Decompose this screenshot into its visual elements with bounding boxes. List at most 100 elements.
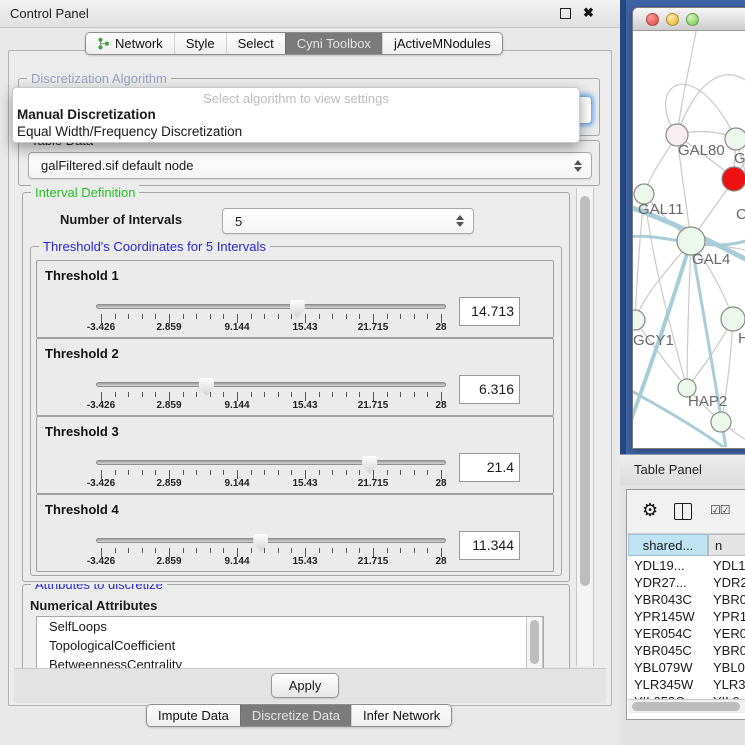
table-data-combo-value: galFiltered.sif default node [29, 158, 193, 173]
tick-mark [427, 314, 428, 319]
tick-mark [115, 548, 116, 553]
tick-mark [196, 314, 197, 319]
network-canvas[interactable]: GAL80GACGAL11GAL4GCY1HHAP2 [633, 31, 745, 447]
tab-select[interactable]: Select [226, 33, 285, 54]
close-icon[interactable]: ✖ [583, 5, 594, 21]
minimize-light-icon[interactable] [666, 13, 679, 26]
slider-track[interactable] [96, 538, 446, 543]
tick-mark [210, 548, 211, 553]
tick-mark [264, 470, 265, 475]
tick-mark [183, 314, 184, 319]
list-item[interactable]: TopologicalCoefficient [37, 636, 543, 655]
table-row[interactable]: YBR043CYBR0 [627, 591, 745, 608]
table-row[interactable]: YER054C YER0 [627, 625, 745, 642]
gear-icon[interactable]: ⚙ [642, 501, 658, 519]
numerical-attributes-list[interactable]: SelfLoopsTopologicalCoefficientBetweenne… [36, 616, 544, 670]
tick-mark [291, 392, 292, 397]
tab-label: Style [186, 36, 215, 51]
threshold-label: Threshold 1 [45, 268, 119, 283]
threshold-panel-3: Threshold 3-3.4262.8599.14415.4321.71528… [36, 416, 554, 494]
tick-mark [400, 470, 401, 475]
tab-jactivemnodules[interactable]: jActiveMNodules [382, 33, 502, 54]
slider-track[interactable] [96, 460, 446, 465]
table-row[interactable]: YBR045CYBR0 [627, 642, 745, 659]
checkboxes-icon[interactable]: ☑☑ [710, 503, 730, 517]
network-node-label: GAL4 [692, 251, 730, 268]
tick-label: 21.715 [358, 556, 389, 567]
close-light-icon[interactable] [646, 13, 659, 26]
network-window[interactable]: GAL80GACGAL11GAL4GCY1HHAP2 [632, 7, 745, 449]
split-columns-icon[interactable] [674, 503, 692, 520]
table-row[interactable]: YLR345WYLR3 [627, 676, 745, 693]
interval-definition-group-title: Interval Definition [31, 185, 139, 200]
tick-mark [183, 470, 184, 475]
stepper-arrows-icon [574, 160, 582, 172]
tab-impute-data[interactable]: Impute Data [147, 705, 240, 726]
algorithm-option-equal-width-frequency-discretization[interactable]: Equal Width/Frequency Discretization [17, 124, 242, 139]
tick-label: 2.859 [156, 400, 181, 411]
number-of-intervals-combo[interactable]: 5 [222, 208, 474, 234]
network-node[interactable] [711, 412, 731, 432]
tick-label: 9.144 [224, 478, 249, 489]
network-window-titlebar[interactable] [633, 8, 745, 31]
tick-mark [155, 392, 156, 397]
panel-vertical-scrollbar-thumb[interactable] [580, 196, 590, 586]
tab-infer-network[interactable]: Infer Network [351, 705, 451, 726]
column-header-n[interactable]: n [708, 534, 745, 556]
panel-vertical-scrollbar[interactable] [576, 188, 594, 666]
slider-thumb[interactable] [253, 534, 268, 552]
attributes-list-scrollbar[interactable] [526, 617, 543, 669]
tab-discretize-data[interactable]: Discretize Data [240, 705, 351, 726]
network-node-h[interactable] [721, 307, 745, 331]
bottom-tab-bar: Impute DataDiscretize DataInfer Network [146, 704, 452, 727]
tick-mark [414, 548, 415, 553]
list-item[interactable]: SelfLoops [37, 617, 543, 636]
column-header-shared-[interactable]: shared... [628, 534, 708, 556]
slider-track[interactable] [96, 382, 446, 387]
tick-mark [115, 470, 116, 475]
apply-button[interactable]: Apply [271, 673, 339, 698]
tick-label: 21.715 [358, 322, 389, 333]
cell-name: YER0 [713, 625, 745, 642]
table-row[interactable]: YPR145WYPR1 [627, 608, 745, 625]
tick-mark [223, 314, 224, 319]
cell-shared-name: YER054C [634, 625, 692, 642]
cell-shared-name: YPR145W [634, 608, 695, 625]
network-node-ga[interactable] [725, 128, 745, 150]
slider-track[interactable] [96, 304, 446, 309]
tick-mark [332, 548, 333, 553]
table-row[interactable]: YBL079WYBL0 [627, 659, 745, 676]
tick-mark [223, 392, 224, 397]
tick-mark [319, 548, 320, 553]
network-node-gcy1[interactable] [633, 310, 645, 330]
threshold-value-field[interactable]: 14.713 [459, 297, 520, 326]
tab-network[interactable]: Network [86, 33, 174, 54]
tick-label: 2.859 [156, 556, 181, 567]
tick-mark [414, 470, 415, 475]
threshold-value-field[interactable]: 6.316 [459, 375, 520, 404]
tab-label: Cyni Toolbox [297, 36, 371, 51]
table-data-combo[interactable]: galFiltered.sif default node [28, 152, 592, 179]
table-horizontal-scrollbar[interactable] [628, 699, 745, 713]
float-window-icon[interactable] [560, 8, 571, 19]
tick-mark [183, 392, 184, 397]
network-node-c[interactable] [722, 167, 745, 191]
tick-label: -3.426 [87, 400, 115, 411]
tab-style[interactable]: Style [174, 33, 226, 54]
table-horizontal-scrollbar-thumb[interactable] [632, 702, 740, 711]
cell-name: YBR0 [713, 591, 745, 608]
threshold-value-field[interactable]: 21.4 [459, 453, 520, 482]
tick-mark [142, 392, 143, 397]
tick-label: 15.43 [292, 400, 317, 411]
attributes-list-scrollbar-thumb[interactable] [530, 620, 539, 664]
table-row[interactable]: YDR27...YDR2 [627, 574, 745, 591]
cell-name: YLR3 [713, 676, 745, 693]
slider-thumb[interactable] [362, 456, 377, 474]
tab-cyni-toolbox[interactable]: Cyni Toolbox [285, 33, 382, 54]
slider-thumb[interactable] [199, 378, 214, 396]
algorithm-option-manual-discretization[interactable]: Manual Discretization [17, 107, 156, 122]
threshold-value-field[interactable]: 11.344 [459, 531, 520, 560]
threshold-label: Threshold 4 [45, 502, 119, 517]
zoom-light-icon[interactable] [686, 13, 699, 26]
table-row[interactable]: YDL19...YDL1 [627, 557, 745, 574]
